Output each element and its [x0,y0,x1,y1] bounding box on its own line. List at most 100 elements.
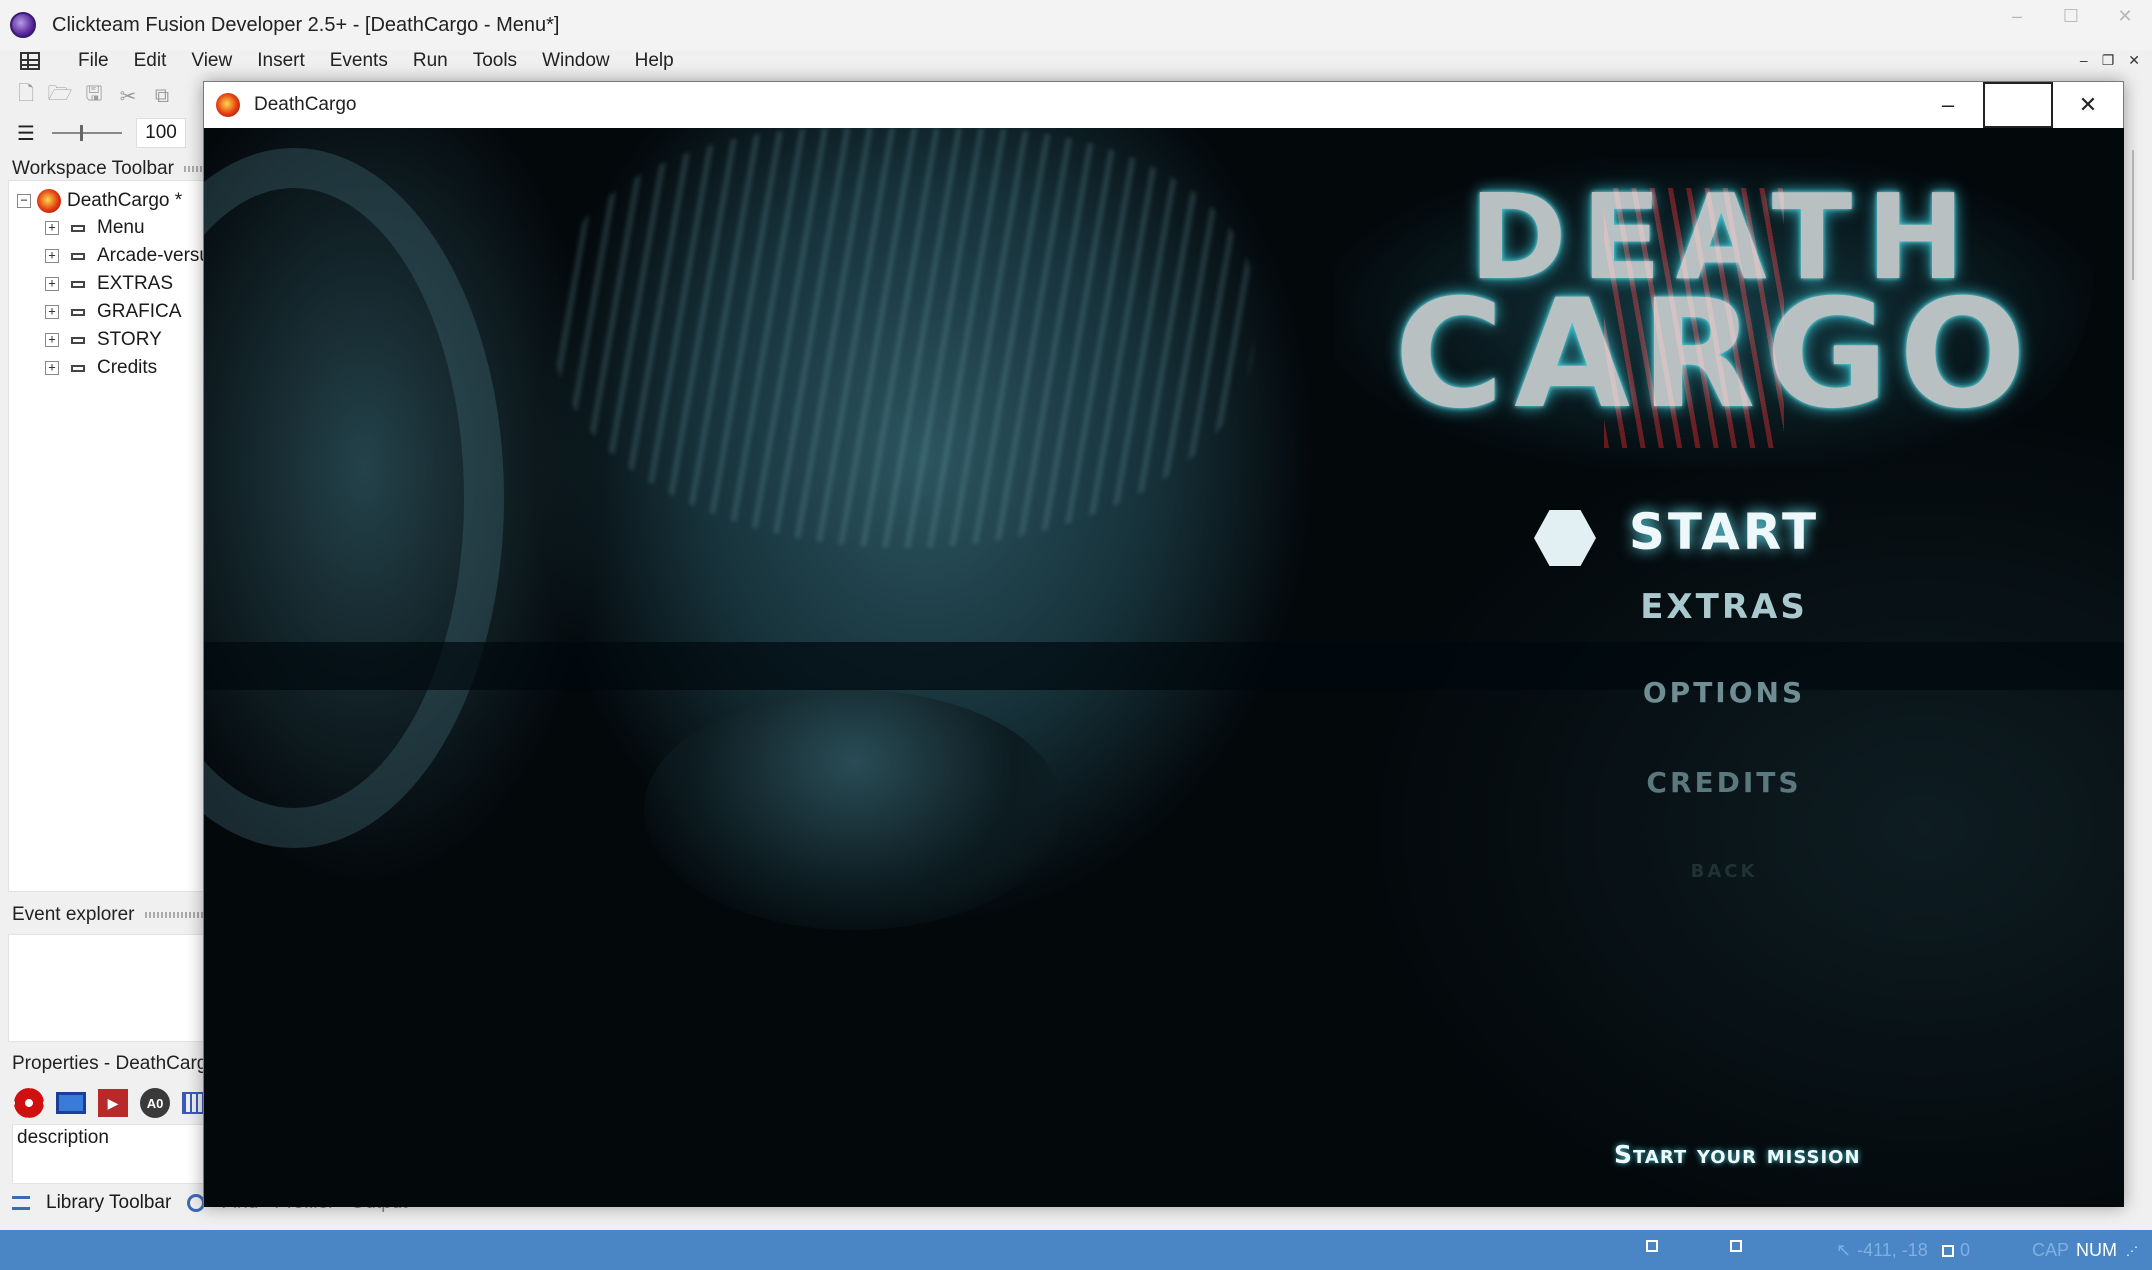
menu-start[interactable]: START [1524,503,1924,561]
application-icon [37,189,61,213]
object-count: 0 [1960,1240,1971,1260]
blood-splatter [1604,188,1784,448]
helmet-artwork [204,148,504,848]
menu-window[interactable]: Window [542,50,610,72]
game-maximize-button[interactable] [1983,82,2053,128]
list-view-icon[interactable]: ☰ [14,120,38,146]
settings-gear-icon[interactable] [14,1088,44,1118]
menu-insert[interactable]: Insert [257,50,305,72]
status-frame-icon [1730,1240,1742,1252]
menu-edit[interactable]: Edit [134,50,167,72]
tree-item-label: GRAFICA [97,301,182,322]
tab-library-toolbar[interactable]: Library Toolbar [46,1192,171,1214]
resize-grip-icon[interactable]: ⋰ [2126,1244,2138,1258]
description-label: description [17,1127,109,1148]
maximize-button[interactable]: ☐ [2044,0,2098,32]
frame-icon [71,252,85,260]
status-num: NUM [2076,1240,2117,1260]
expand-icon[interactable]: + [45,305,59,319]
document-menu-icon[interactable] [20,52,40,70]
tree-item-credits[interactable]: + Credits [45,357,157,379]
cursor-icon: ↖ [1836,1240,1852,1260]
workspace-title: Workspace Toolbar [12,158,174,179]
character-chin-artwork [644,690,1064,930]
zoom-input[interactable]: 100 [136,118,186,148]
workspace-tree: − DeathCargo * + Menu + Arcade-versu + E… [8,180,210,892]
status-count: 0 [1942,1240,1970,1261]
properties-header: Properties - DeathCarg [12,1053,207,1075]
expand-icon[interactable]: + [45,221,59,235]
close-button[interactable]: ✕ [2098,0,2152,32]
tree-item-extras[interactable]: + EXTRAS [45,273,173,295]
clickteam-logo-icon [10,12,36,38]
runtime-play-icon[interactable]: ▶ [98,1089,128,1117]
menu-run[interactable]: Run [413,50,448,72]
values-icon[interactable]: A0 [140,1088,170,1118]
tree-item-grafica[interactable]: + GRAFICA [45,301,181,323]
cursor-coords: -411, -18 [1857,1240,1928,1260]
event-explorer-pane [8,934,204,1042]
menu-back[interactable]: BACK [1524,861,1924,882]
properties-body: description [12,1124,204,1184]
character-artwork [554,128,1254,548]
ide-window-controls: – ☐ ✕ [1990,0,2152,32]
open-folder-icon[interactable]: 🗁 [48,83,73,109]
collapse-icon[interactable]: − [17,194,31,208]
right-scroll-indicator [2124,150,2134,280]
event-explorer-title: Event explorer [12,904,135,925]
workspace-header: Workspace Toolbar [12,158,206,180]
minimize-button[interactable]: – [1990,0,2044,32]
expand-icon[interactable]: + [45,333,59,347]
game-close-button[interactable]: ✕ [2053,82,2123,128]
game-preview-window: DeathCargo – ✕ DEATH CARGO START EXTRAS … [203,81,2124,1207]
game-minimize-button[interactable]: – [1913,82,1983,128]
frame-icon [71,224,85,232]
mdi-restore-button[interactable]: ❐ [2102,52,2115,69]
pane-grip[interactable] [144,912,205,918]
window-properties-icon[interactable] [56,1092,86,1114]
new-file-icon[interactable]: 🗋 [14,83,38,109]
standard-toolbar: 🗋 🗁 🖫 ✂ ⧉ [14,80,174,112]
maximize-icon [1983,82,2053,128]
library-icon [12,1196,30,1210]
mdi-minimize-button[interactable]: – [2080,52,2088,69]
expand-icon[interactable]: + [45,361,59,375]
tree-root[interactable]: − DeathCargo * [17,189,182,213]
game-window-title: DeathCargo [254,94,357,115]
zoom-slider[interactable] [52,125,122,141]
mdi-controls: – ❐ ✕ [2080,52,2140,69]
frame-icon [71,364,85,372]
menu-file[interactable]: File [78,50,109,72]
menu-extras[interactable]: EXTRAS [1524,587,1924,627]
frame-icon [71,280,85,288]
mission-hint: Start your mission [1614,1140,1861,1169]
events-grid-icon[interactable] [182,1092,204,1114]
menubar: File Edit View Insert Events Run Tools W… [0,48,2152,74]
menu-events[interactable]: Events [330,50,388,72]
menu-options[interactable]: OPTIONS [1524,676,1924,709]
copy-icon[interactable]: ⧉ [150,83,174,109]
frame-icon [71,336,85,344]
expand-icon[interactable]: + [45,249,59,263]
tree-item-arcade[interactable]: + Arcade-versu [45,245,210,267]
cut-icon[interactable]: ✂ [116,83,140,109]
mdi-close-button[interactable]: ✕ [2128,52,2140,69]
zoom-toolbar: ☰ 100 ▥ [14,116,224,150]
properties-toolbar: ▶ A0 [14,1088,204,1118]
expand-icon[interactable]: + [45,277,59,291]
menu-tools[interactable]: Tools [473,50,517,72]
menu-credits[interactable]: CREDITS [1524,766,1924,799]
tree-item-story[interactable]: + STORY [45,329,162,351]
deathcargo-app-icon [216,93,240,117]
game-window-titlebar[interactable]: DeathCargo – ✕ [204,82,2123,128]
app-title: Clickteam Fusion Developer 2.5+ - [Death… [52,13,560,36]
tree-item-menu[interactable]: + Menu [45,217,145,239]
menu-help[interactable]: Help [635,50,674,72]
tree-item-label: Menu [97,217,145,238]
save-icon[interactable]: 🖫 [82,83,106,109]
frame-icon [71,308,85,316]
game-window-controls: – ✕ [1913,82,2123,128]
menu-view[interactable]: View [191,50,232,72]
tree-item-label: Arcade-versu [97,245,210,266]
status-cap: CAP [2032,1240,2070,1260]
